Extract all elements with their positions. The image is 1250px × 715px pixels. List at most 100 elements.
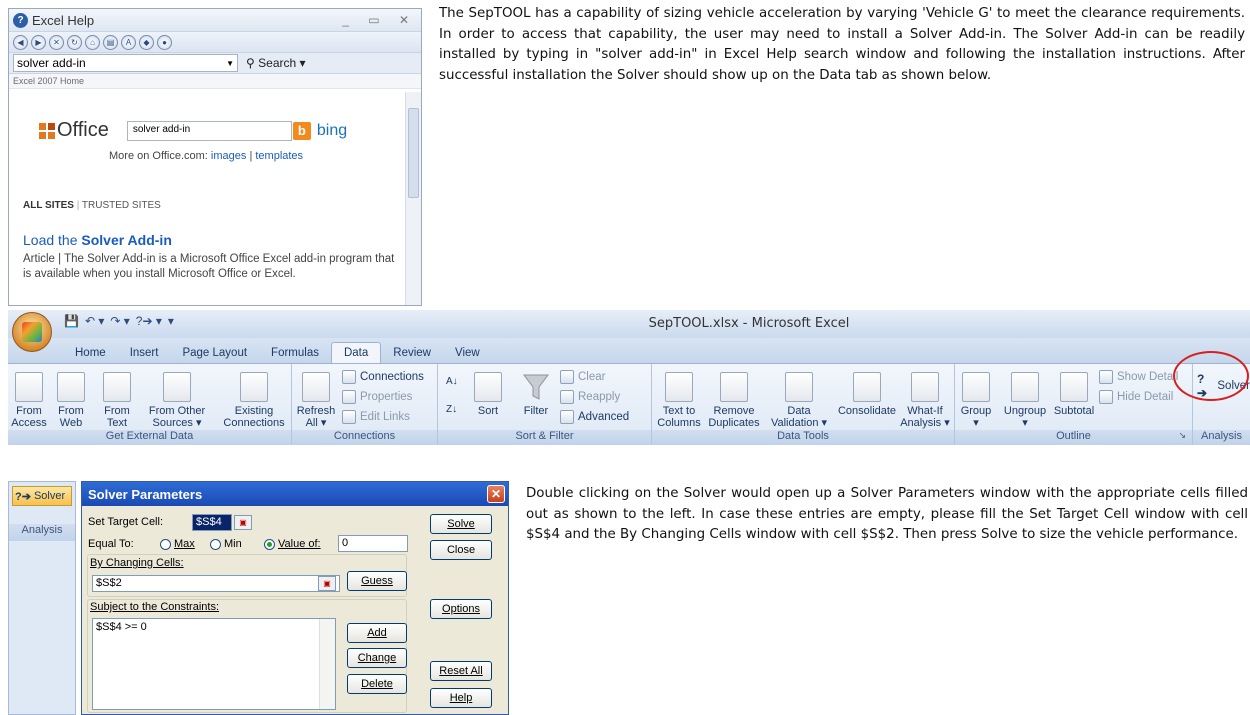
from-other-sources-button[interactable]: From Other Sources ▾ — [142, 372, 212, 429]
reapply-button[interactable]: Reapply — [560, 390, 620, 404]
other-sources-icon — [163, 372, 191, 402]
radio-value-of[interactable]: Value of: — [264, 538, 321, 550]
collapse-dialog-icon[interactable]: ▣ — [318, 576, 336, 591]
constraints-list[interactable]: $S$4 >= 0 — [92, 618, 336, 710]
result-title-link[interactable]: Load the Solver Add-in — [23, 232, 172, 248]
link-images[interactable]: images — [211, 150, 246, 162]
existing-connections-button[interactable]: Existing Connections — [220, 372, 288, 429]
group-data-tools: Text to Columns Remove Duplicates Data Vali… — [652, 364, 955, 445]
trusted-sites-tab[interactable]: TRUSTED SITES — [82, 200, 161, 211]
ungroup-button[interactable]: Ungroup ▾ — [999, 372, 1051, 429]
collapse-dialog-icon[interactable]: ▣ — [234, 515, 252, 530]
help-search-button[interactable]: ⚲ Search ▾ — [246, 56, 306, 70]
data-validation-button[interactable]: Data Validation ▾ — [766, 372, 832, 429]
changing-cells-input[interactable]: $S$2 — [92, 575, 340, 592]
solver-highlight-circle — [1173, 351, 1249, 401]
from-text-button[interactable]: From Text — [98, 372, 136, 429]
clear-button[interactable]: Clear — [560, 370, 605, 384]
hide-detail-button[interactable]: Hide Detail — [1099, 390, 1173, 404]
from-web-button[interactable]: From Web — [52, 372, 90, 429]
tab-review[interactable]: Review — [381, 343, 443, 363]
office-button[interactable] — [12, 312, 52, 352]
edit-links-button[interactable]: Edit Links — [342, 410, 410, 424]
tab-data[interactable]: Data — [330, 342, 382, 363]
label: Change — [357, 652, 397, 664]
consolidate-button[interactable]: Consolidate — [832, 372, 902, 417]
sort-ascending-button[interactable]: A↓ — [446, 376, 458, 387]
text-file-icon — [103, 372, 131, 402]
label: Data — [787, 405, 811, 417]
close-icon[interactable]: ✕ — [487, 485, 505, 503]
label: Access — [11, 417, 47, 429]
tab-insert[interactable]: Insert — [118, 343, 171, 363]
change-button[interactable]: Change — [347, 648, 407, 668]
forward-icon[interactable]: ▶ — [31, 34, 46, 50]
sort-descending-button[interactable]: Z↓ — [446, 404, 457, 415]
from-access-button[interactable]: From Access — [10, 372, 48, 429]
reset-all-button[interactable]: Reset All — [430, 661, 492, 681]
value-of-input[interactable]: 0 — [338, 535, 408, 552]
back-icon[interactable]: ◀ — [13, 34, 28, 50]
close-button[interactable]: Close — [430, 540, 492, 560]
more-on-office: More on Office.com: images | templates — [109, 150, 303, 162]
link-templates[interactable]: templates — [255, 150, 303, 162]
bing-search-icon[interactable]: b — [292, 121, 311, 140]
group-label: Connections — [292, 430, 437, 445]
label: Advanced — [578, 411, 630, 423]
keep-on-top-icon[interactable]: ◆ — [139, 34, 154, 50]
guess-button[interactable]: Guess — [347, 571, 407, 591]
print-icon[interactable]: ▤ — [103, 34, 118, 50]
text-to-columns-button[interactable]: Text to Columns — [654, 372, 704, 429]
ungroup-icon — [1011, 372, 1039, 402]
home-icon[interactable]: ⌂ — [85, 34, 100, 50]
help-scrollbar[interactable] — [405, 92, 421, 305]
tab-home[interactable]: Home — [63, 343, 118, 363]
label: Sources ▾ — [152, 417, 202, 429]
scroll-thumb[interactable] — [408, 108, 419, 198]
advanced-button[interactable]: Advanced — [560, 410, 629, 424]
ribbon-tabs: Home Insert Page Layout Formulas Data Review V… — [8, 338, 1250, 363]
help-button[interactable]: Help — [430, 688, 492, 708]
label: Options — [442, 603, 480, 615]
sort-button[interactable]: Sort — [470, 372, 506, 417]
add-button[interactable]: Add — [347, 623, 407, 643]
label: Remove — [713, 405, 755, 417]
group-button[interactable]: Group ▾ — [957, 372, 995, 429]
options-button[interactable]: Options — [430, 599, 492, 619]
set-target-input[interactable]: $S$4 — [192, 514, 232, 531]
constraints-scrollbar[interactable] — [319, 619, 335, 709]
tab-page-layout[interactable]: Page Layout — [170, 343, 259, 363]
radio-min[interactable]: Min — [210, 538, 242, 550]
delete-button[interactable]: Delete — [347, 674, 407, 694]
group-sort-filter: A↓ Z↓ Sort Filter Clear Reapply Advanced… — [438, 364, 652, 445]
remove-duplicates-button[interactable]: Remove Duplicates — [704, 372, 764, 429]
constraint-item[interactable]: $S$4 >= 0 — [96, 621, 147, 633]
tab-formulas[interactable]: Formulas — [259, 343, 331, 363]
breadcrumb[interactable]: Excel 2007 Home — [9, 74, 421, 89]
toc-icon[interactable]: ● — [157, 34, 172, 50]
refresh-all-button[interactable]: Refresh All ▾ — [296, 372, 336, 429]
office-search-input[interactable]: solver add-in — [126, 120, 292, 141]
what-if-analysis-button[interactable]: What-If Analysis ▾ — [898, 372, 952, 429]
font-size-icon[interactable]: A — [121, 34, 136, 50]
label: Hide Detail — [1117, 391, 1174, 403]
dialog-launcher-icon[interactable]: ↘ — [1178, 430, 1186, 441]
radio-max[interactable]: Max — [160, 538, 195, 550]
window-controls[interactable]: _ ▭ ✕ — [342, 13, 421, 27]
help-search-input[interactable]: solver add-in ▼ — [13, 54, 238, 72]
filter-button[interactable]: Filter — [518, 372, 554, 417]
show-detail-icon — [1099, 370, 1113, 384]
label: What-If — [907, 405, 943, 417]
show-detail-button[interactable]: Show Detail — [1099, 370, 1178, 384]
chevron-down-icon[interactable]: ▼ — [226, 59, 234, 68]
solve-button[interactable]: Solve — [430, 514, 492, 534]
connections-button[interactable]: Connections — [342, 370, 424, 384]
subtotal-button[interactable]: Subtotal — [1051, 372, 1097, 417]
solver-button-closeup[interactable]: ?➔ Solver — [12, 486, 72, 506]
properties-button[interactable]: Properties — [342, 390, 412, 404]
stop-icon[interactable]: ✕ — [49, 34, 64, 50]
all-sites-tab[interactable]: ALL SITES — [23, 200, 74, 211]
group-get-external-data: From Access From Web From Text From Other So… — [8, 364, 292, 445]
refresh-icon[interactable]: ↻ — [67, 34, 82, 50]
tab-view[interactable]: View — [443, 343, 492, 363]
